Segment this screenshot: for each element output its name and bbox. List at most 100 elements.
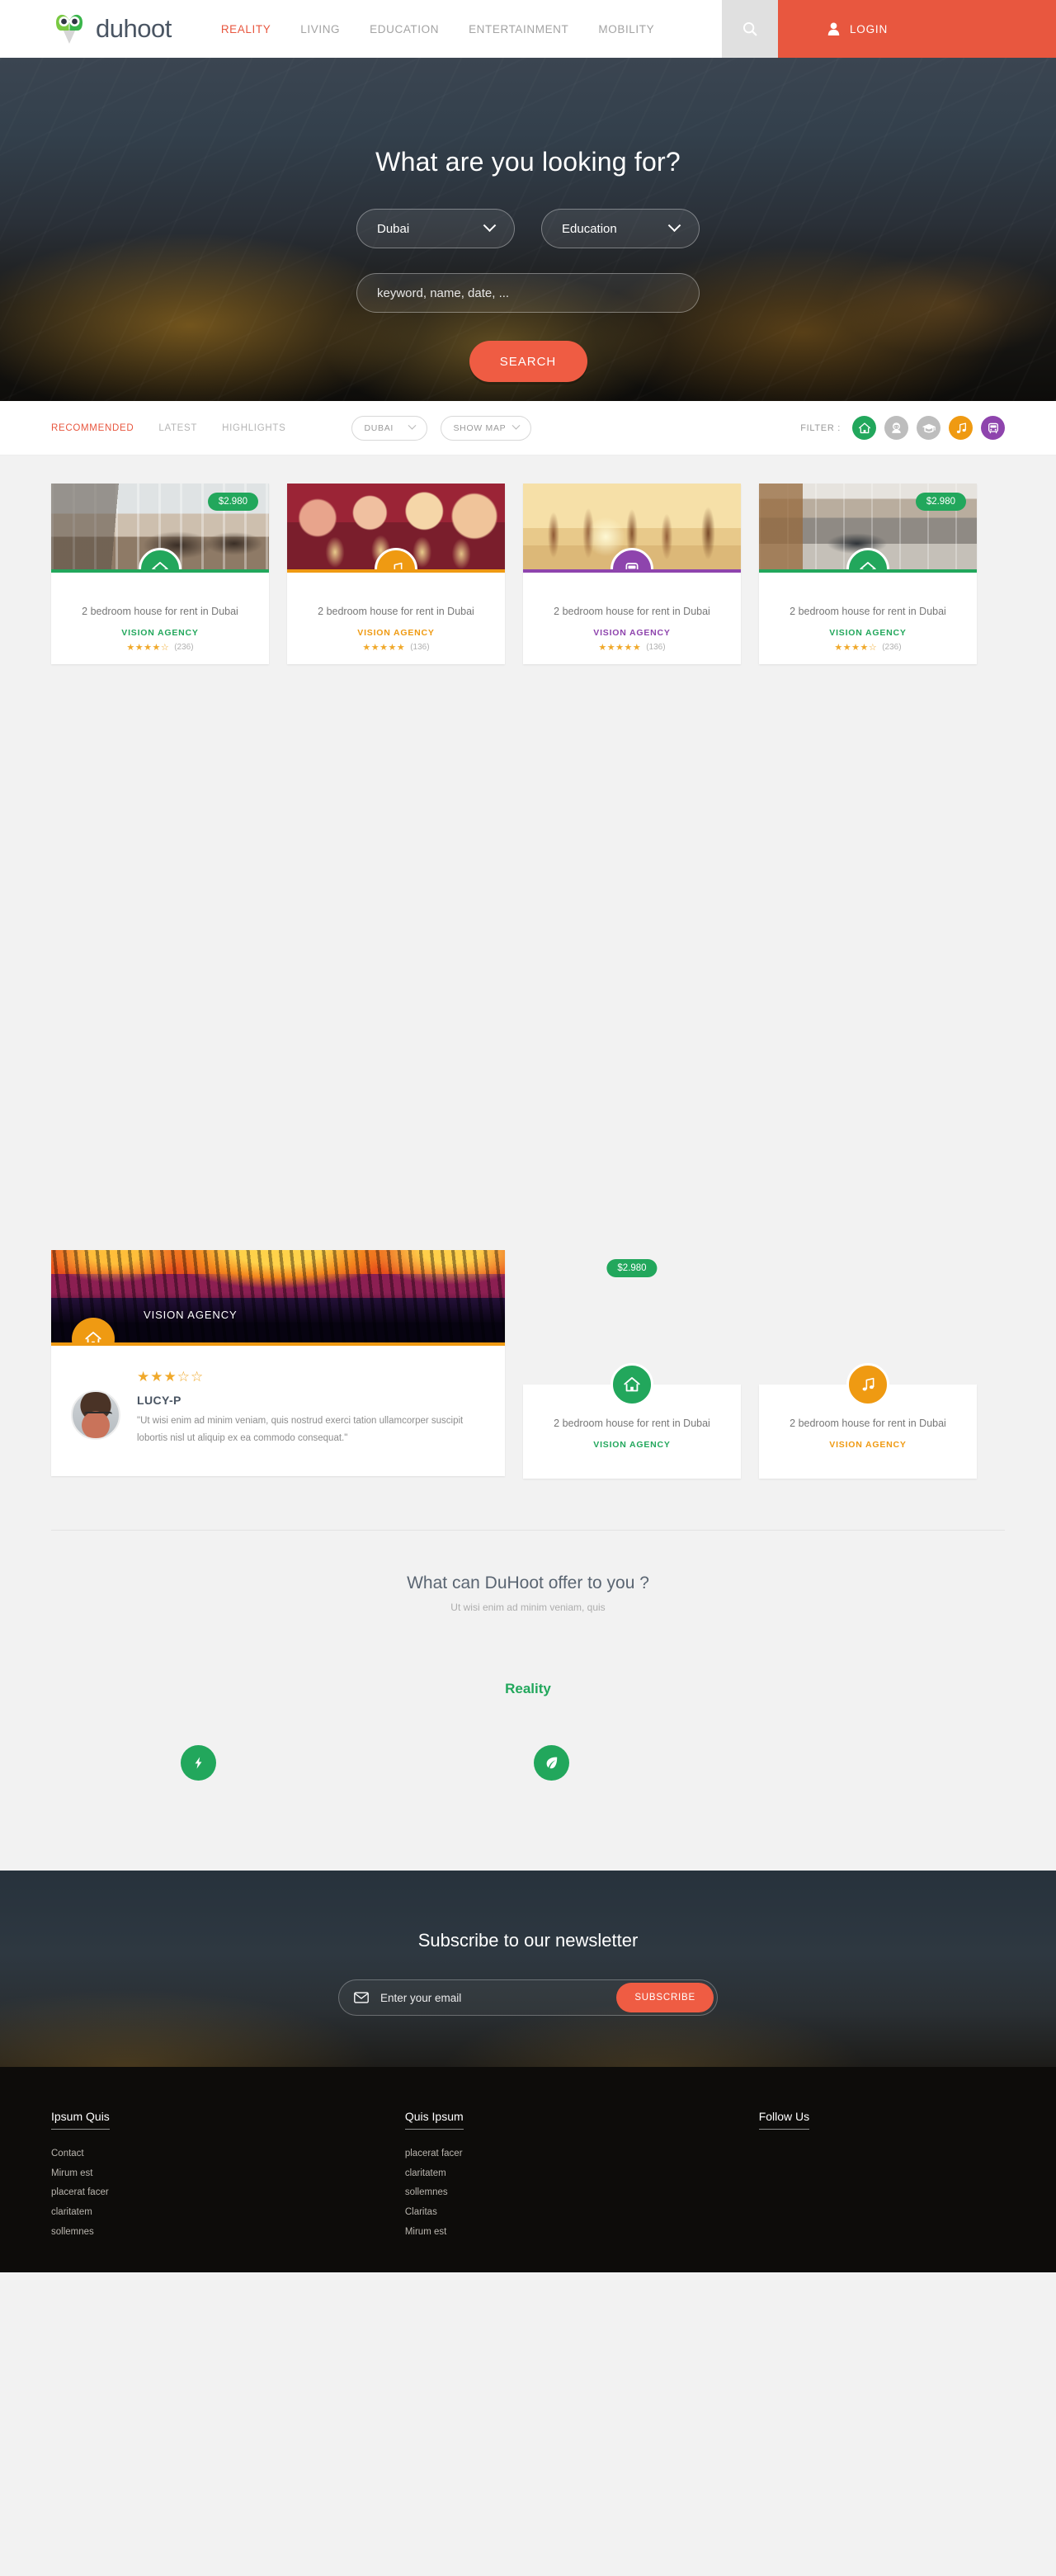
music-note-icon	[956, 422, 966, 433]
bus-icon	[625, 563, 639, 569]
keyword-input[interactable]: keyword, name, date, ...	[356, 273, 700, 313]
card-title: 2 bedroom house for rent in Dubai	[82, 606, 238, 617]
card-agency: VISION AGENCY	[121, 628, 199, 639]
card-agency: VISION AGENCY	[829, 628, 907, 639]
nav-item-entertainment[interactable]: ENTERTAINMENT	[469, 23, 568, 35]
hero-section: What are you looking for? Dubai Educatio…	[0, 58, 1056, 401]
footer-link[interactable]: Claritas	[405, 2203, 759, 2223]
testimonial-card[interactable]: VISION AGENCY ★★★☆☆ LUCY-P "Ut wisi enim…	[51, 1250, 505, 1476]
nav-item-reality[interactable]: REALITY	[221, 23, 271, 35]
subscribe-button[interactable]: SUBSCRIBE	[616, 1983, 714, 2013]
bus-icon	[988, 422, 998, 433]
card-rating-stars: ★★★★★	[362, 643, 406, 653]
footer-link[interactable]: sollemnes	[51, 2223, 405, 2243]
card-image	[523, 484, 741, 573]
testimonial-quote: "Ut wisi enim ad minim veniam, quis nost…	[137, 1416, 464, 1444]
filterbar-city-value: DUBAI	[364, 422, 394, 433]
card-image: $2.980	[51, 484, 269, 573]
testimonial-agency-overlay: VISION AGENCY	[144, 1309, 238, 1322]
hero-search-button[interactable]: SEARCH	[469, 341, 587, 382]
sort-tabs: RECOMMENDED LATEST HIGHLIGHTS	[51, 423, 285, 433]
card-rating-count: (136)	[410, 643, 430, 653]
category-select[interactable]: Education	[541, 209, 700, 248]
footer-link[interactable]: Mirum est	[51, 2164, 405, 2184]
filter-entertainment-button[interactable]	[949, 416, 973, 440]
listing-card[interactable]: $2.980 2 bedroom house for rent in Dubai…	[51, 484, 269, 665]
content-spacer	[0, 664, 1056, 1251]
hero-title: What are you looking for?	[375, 147, 681, 177]
sort-tab-latest[interactable]: LATEST	[158, 423, 197, 433]
footer-link[interactable]: claritatem	[51, 2203, 405, 2223]
music-note-icon	[394, 562, 403, 569]
filter-mobility-button[interactable]	[981, 416, 1005, 440]
header-search-button[interactable]	[722, 0, 778, 58]
featured-section: VISION AGENCY ★★★☆☆ LUCY-P "Ut wisi enim…	[0, 1250, 1056, 1479]
category-select-value: Education	[562, 221, 617, 236]
listing-card[interactable]: 2 bedroom house for rent in Dubai VISION…	[759, 1363, 977, 1479]
footer-link[interactable]: placerat facer	[405, 2144, 759, 2164]
person-icon	[892, 422, 901, 433]
nav-item-living[interactable]: LIVING	[300, 23, 340, 35]
login-label: LOGIN	[850, 22, 889, 35]
listing-card[interactable]: 2 bedroom house for rent in Dubai VISION…	[523, 484, 741, 665]
footer-column-ipsum-quis: Ipsum Quis Contact Mirum est placerat fa…	[51, 2110, 405, 2242]
search-icon	[742, 21, 757, 36]
city-select[interactable]: Dubai	[356, 209, 515, 248]
filterbar-city-select[interactable]: DUBAI	[351, 415, 428, 441]
card-category-home[interactable]	[610, 1363, 653, 1407]
card-rating-count: (236)	[882, 643, 902, 653]
filter-label: FILTER :	[800, 422, 841, 433]
nav-item-education[interactable]: EDUCATION	[370, 23, 439, 35]
chevron-down-icon	[512, 421, 521, 430]
newsletter-email-input[interactable]: Enter your email	[380, 1992, 616, 2004]
feature-leaf-icon-wrap[interactable]	[534, 1745, 569, 1781]
price-badge: $2.980	[915, 493, 966, 511]
listing-card[interactable]: $2.980 2 bedroom house for rent in Dubai…	[759, 484, 977, 665]
reality-block: Reality	[0, 1681, 1056, 1871]
avatar	[71, 1390, 120, 1441]
newsletter-section: Subscribe to our newsletter Enter your e…	[0, 1871, 1056, 2068]
footer-link[interactable]: sollemnes	[405, 2183, 759, 2203]
footer-link[interactable]: claritatem	[405, 2164, 759, 2184]
card-rating-count: (136)	[646, 643, 666, 653]
logo-text: duhoot	[96, 14, 172, 43]
offer-subtitle: Ut wisi enim ad minim veniam, quis	[450, 1602, 606, 1614]
filter-home-button[interactable]	[852, 416, 876, 440]
listing-grid: $2.980 2 bedroom house for rent in Dubai…	[0, 455, 1056, 665]
card-category-entertainment[interactable]	[846, 1363, 889, 1407]
card-title: 2 bedroom house for rent in Dubai	[554, 1418, 710, 1430]
leaf-icon	[546, 1757, 558, 1769]
music-note-icon	[862, 1378, 874, 1391]
filter-living-button[interactable]	[884, 416, 908, 440]
mini-listing-column: $2.980 2 bedroom house for rent in Dubai…	[523, 1250, 741, 1479]
home-icon	[860, 562, 876, 569]
card-image: $2.980	[759, 484, 977, 573]
sort-tab-recommended[interactable]: RECOMMENDED	[51, 423, 134, 433]
footer-link[interactable]: Mirum est	[405, 2223, 759, 2243]
home-icon	[624, 1377, 640, 1392]
listing-card[interactable]: 2 bedroom house for rent in Dubai VISION…	[523, 1363, 741, 1479]
category-filters: FILTER :	[800, 416, 1005, 440]
footer-link[interactable]: Contact	[51, 2144, 405, 2164]
login-button[interactable]: LOGIN	[778, 0, 1056, 58]
show-map-toggle[interactable]: SHOW MAP	[441, 415, 532, 441]
mail-icon	[354, 1992, 369, 2003]
card-agency: VISION AGENCY	[593, 1440, 671, 1451]
listing-card[interactable]: 2 bedroom house for rent in Dubai VISION…	[287, 484, 505, 665]
filter-education-button[interactable]	[917, 416, 940, 440]
footer-column-follow-us: Follow Us	[758, 2110, 1005, 2242]
keyword-placeholder: keyword, name, date, ...	[377, 285, 510, 300]
feature-lightning-icon-wrap[interactable]	[181, 1745, 216, 1781]
newsletter-form: Enter your email SUBSCRIBE	[338, 1979, 718, 2017]
card-title: 2 bedroom house for rent in Dubai	[790, 1418, 946, 1430]
footer-heading: Quis Ipsum	[404, 2110, 464, 2130]
offer-title: What can DuHoot offer to you ?	[407, 1573, 649, 1593]
testimonial-stars: ★★★☆☆	[137, 1369, 205, 1385]
footer-link[interactable]: placerat facer	[51, 2183, 405, 2203]
footer-column-quis-ipsum: Quis Ipsum placerat facer claritatem sol…	[404, 2110, 759, 2243]
nav-item-mobility[interactable]: MOBILITY	[598, 23, 654, 35]
price-badge: $2.980	[207, 493, 258, 511]
section-divider-wrap	[0, 1479, 1056, 1531]
logo[interactable]: duhoot	[0, 0, 172, 58]
sort-tab-highlights[interactable]: HIGHLIGHTS	[222, 423, 285, 433]
